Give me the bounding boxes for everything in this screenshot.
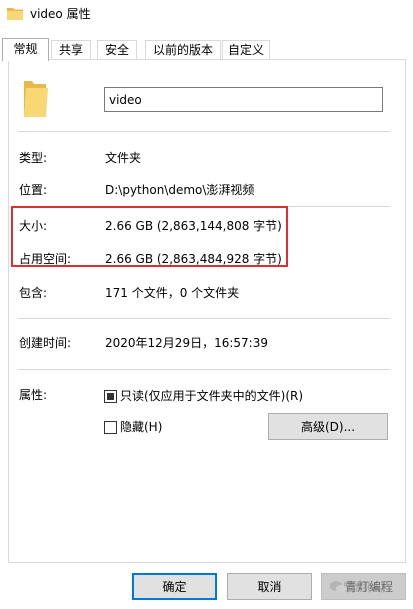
- readonly-checkbox[interactable]: [104, 390, 117, 403]
- tab-sharing[interactable]: 共享: [51, 40, 91, 60]
- ok-button[interactable]: 确定: [132, 573, 217, 600]
- type-label: 类型:: [19, 151, 48, 165]
- folder-name-input[interactable]: [104, 87, 383, 112]
- tab-bar: 常规 共享 安全 以前的版本 自定义: [0, 38, 413, 61]
- created-label: 创建时间:: [19, 336, 72, 350]
- advanced-button[interactable]: 高级(D)...: [268, 413, 388, 440]
- tab-previous-versions[interactable]: 以前的版本: [145, 40, 221, 60]
- separator: [18, 206, 390, 207]
- hidden-checkbox[interactable]: [104, 421, 117, 434]
- title-bar[interactable]: video 属性: [0, 0, 413, 30]
- disk-size-value: 2.66 GB (2,863,484,928 字节): [105, 252, 282, 266]
- separator: [18, 369, 390, 370]
- wechat-icon: [330, 581, 346, 593]
- general-panel: [8, 59, 406, 563]
- location-value: D:\python\demo\澎湃视频: [105, 183, 255, 197]
- contains-value: 171 个文件，0 个文件夹: [105, 286, 240, 300]
- location-label: 位置:: [19, 183, 48, 197]
- tab-general[interactable]: 常规: [2, 38, 49, 61]
- folder-icon: [7, 8, 23, 20]
- properties-dialog: video 属性 常规 共享 安全 以前的版本 自定义 类型: 文件夹 位置: …: [0, 0, 413, 609]
- tab-customize[interactable]: 自定义: [222, 40, 270, 60]
- cancel-button[interactable]: 取消: [227, 573, 312, 600]
- hidden-label[interactable]: 隐藏(H): [120, 419, 162, 435]
- contains-label: 包含:: [19, 286, 48, 300]
- folder-large-icon: [24, 81, 48, 117]
- size-label: 大小:: [19, 219, 48, 233]
- type-value: 文件夹: [105, 151, 142, 165]
- created-value: 2020年12月29日，16:57:39: [105, 336, 268, 350]
- disk-size-label: 占用空间:: [19, 252, 72, 266]
- window-title: video 属性: [30, 7, 91, 21]
- separator: [18, 318, 390, 319]
- size-value: 2.66 GB (2,863,144,808 字节): [105, 219, 282, 233]
- separator: [18, 131, 390, 132]
- tab-security[interactable]: 安全: [97, 40, 137, 60]
- attributes-label: 属性:: [19, 388, 48, 402]
- readonly-label[interactable]: 只读(仅应用于文件夹中的文件)(R): [120, 388, 303, 404]
- watermark-text: 青灯编程: [345, 580, 394, 594]
